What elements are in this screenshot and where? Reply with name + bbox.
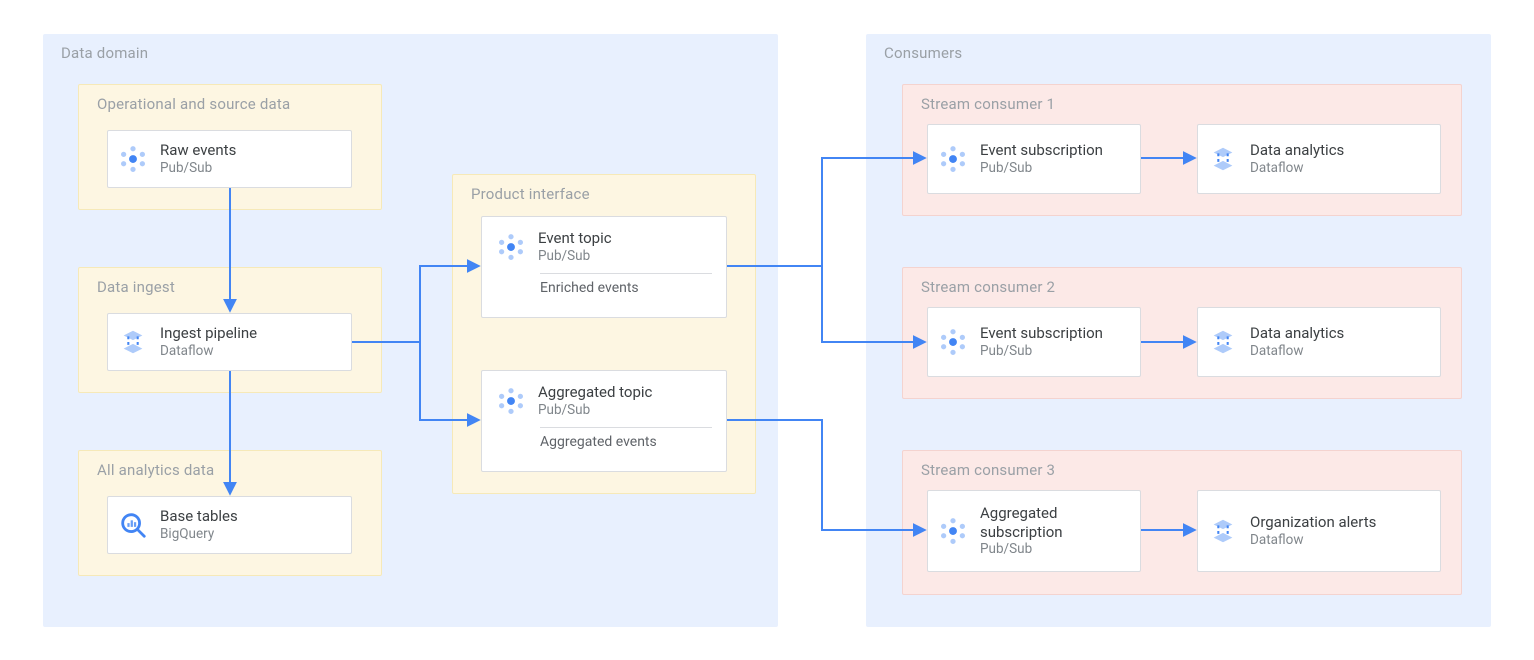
- service-sub: Pub/Sub: [538, 402, 652, 419]
- pubsub-icon: [938, 327, 968, 357]
- region-label: Stream consumer 3: [921, 461, 1055, 479]
- bigquery-icon: [118, 510, 148, 540]
- box-c3-subscription: Aggregated subscription Pub/Sub: [927, 490, 1141, 572]
- service-title: Event topic: [538, 229, 612, 248]
- service-sub: Dataflow: [1250, 160, 1344, 177]
- box-event-topic: Event topic Pub/Sub Enriched events: [481, 216, 727, 318]
- box-aggregated-topic: Aggregated topic Pub/Sub Aggregated even…: [481, 370, 727, 472]
- divider: [540, 427, 712, 428]
- region-label: Data domain: [61, 44, 148, 62]
- box-ingest-pipeline: Ingest pipeline Dataflow: [107, 313, 352, 371]
- service-title: Data analytics: [1250, 324, 1344, 343]
- divider: [540, 273, 712, 274]
- dataflow-icon: [1208, 327, 1238, 357]
- region-label: Stream consumer 2: [921, 278, 1055, 296]
- service-sub: Pub/Sub: [160, 160, 236, 177]
- pubsub-icon: [118, 144, 148, 174]
- service-sub: Pub/Sub: [538, 248, 612, 265]
- service-note: Enriched events: [540, 280, 712, 296]
- box-c2-subscription: Event subscription Pub/Sub: [927, 307, 1141, 377]
- service-sub: Pub/Sub: [980, 160, 1103, 177]
- box-base-tables: Base tables BigQuery: [107, 496, 352, 554]
- region-label: Stream consumer 1: [921, 95, 1055, 113]
- pubsub-icon: [496, 232, 526, 262]
- service-sub: Pub/Sub: [980, 343, 1103, 360]
- service-title: Raw events: [160, 141, 236, 160]
- box-c3-alerts: Organization alerts Dataflow: [1197, 490, 1441, 572]
- dataflow-icon: [1208, 516, 1238, 546]
- box-c2-analytics: Data analytics Dataflow: [1197, 307, 1441, 377]
- pubsub-icon: [938, 144, 968, 174]
- service-note: Aggregated events: [540, 434, 712, 450]
- service-sub: BigQuery: [160, 526, 238, 543]
- region-label: Product interface: [471, 185, 590, 203]
- box-raw-events: Raw events Pub/Sub: [107, 130, 352, 188]
- service-title: Event subscription: [980, 324, 1103, 343]
- region-label: Consumers: [884, 44, 962, 62]
- service-sub: Dataflow: [160, 343, 257, 360]
- architecture-diagram: Data domain Operational and source data …: [0, 0, 1534, 660]
- service-title: Aggregated topic: [538, 383, 652, 402]
- dataflow-icon: [118, 327, 148, 357]
- region-label: Data ingest: [97, 278, 175, 296]
- service-title: Base tables: [160, 507, 238, 526]
- box-c1-subscription: Event subscription Pub/Sub: [927, 124, 1141, 194]
- service-title: Ingest pipeline: [160, 324, 257, 343]
- pubsub-icon: [496, 386, 526, 416]
- service-title: Event subscription: [980, 141, 1103, 160]
- service-title: Aggregated subscription: [980, 504, 1130, 542]
- dataflow-icon: [1208, 144, 1238, 174]
- box-c1-analytics: Data analytics Dataflow: [1197, 124, 1441, 194]
- service-sub: Pub/Sub: [980, 541, 1130, 558]
- service-sub: Dataflow: [1250, 532, 1376, 549]
- service-title: Organization alerts: [1250, 513, 1376, 532]
- region-label: Operational and source data: [97, 95, 290, 113]
- pubsub-icon: [938, 516, 968, 546]
- region-label: All analytics data: [97, 461, 214, 479]
- service-title: Data analytics: [1250, 141, 1344, 160]
- service-sub: Dataflow: [1250, 343, 1344, 360]
